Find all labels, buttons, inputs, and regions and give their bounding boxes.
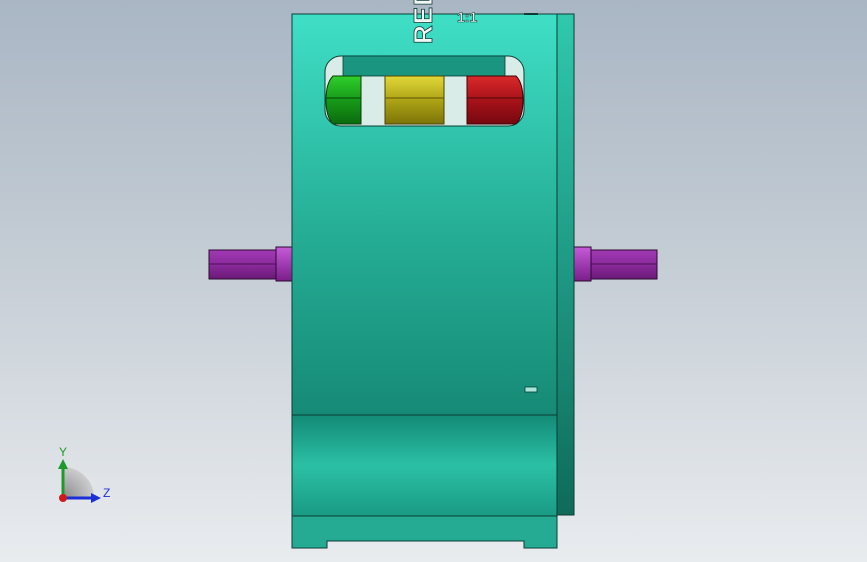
- z-arrowhead-icon: [91, 493, 101, 503]
- triad-z-label: Z: [103, 486, 110, 500]
- triad-y-label: Y: [59, 445, 67, 459]
- housing-base[interactable]: [291, 414, 558, 549]
- gear-green[interactable]: [325, 75, 362, 125]
- triad-plane-icon: [63, 467, 94, 498]
- base-foot[interactable]: [291, 515, 558, 549]
- x-axis-origin-icon: [59, 494, 67, 502]
- left-shaft[interactable]: [208, 246, 294, 282]
- orientation-triad[interactable]: Y Z: [58, 445, 110, 503]
- right-shaft[interactable]: [573, 246, 658, 282]
- engraving-secondary: 1:1: [457, 9, 477, 25]
- detail-slot: [524, 386, 538, 393]
- y-arrowhead-icon: [58, 459, 68, 469]
- model-canvas[interactable]: RED 1:1 Y Z: [0, 0, 867, 562]
- housing-side-plate[interactable]: [555, 13, 575, 516]
- engraving-main: RED: [408, 0, 438, 44]
- gear-yellow[interactable]: [384, 75, 445, 125]
- cad-viewport[interactable]: RED 1:1 Y Z: [0, 0, 867, 562]
- gear-red[interactable]: [466, 75, 524, 125]
